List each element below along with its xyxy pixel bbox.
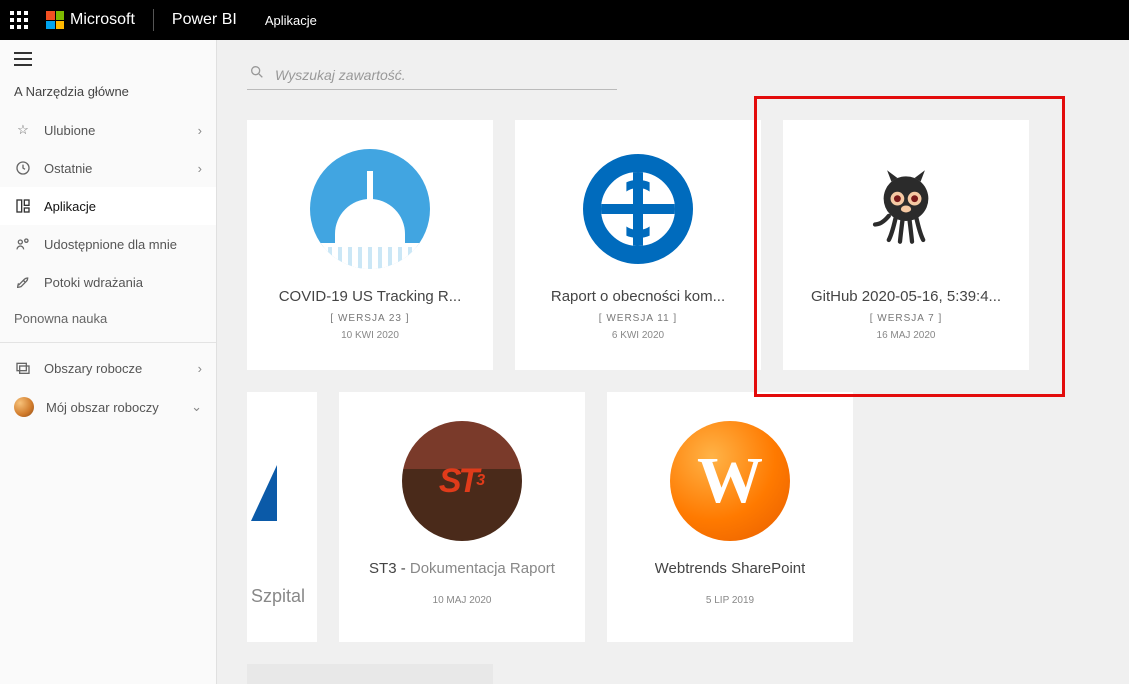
- app-date: 16 MAJ 2020: [877, 330, 936, 341]
- sidebar-item-home[interactable]: A Narzędzia główne: [0, 78, 216, 111]
- sidebar-item-relearn[interactable]: Ponowna nauka: [0, 301, 216, 336]
- app-thumb: ST3: [397, 416, 527, 546]
- sidebar-item-apps[interactable]: Aplikacje: [0, 187, 216, 225]
- octocat-icon: [861, 164, 951, 254]
- app-card-github[interactable]: GitHub 2020-05-16, 5:39:4... [ WERSJA 7 …: [783, 120, 1029, 370]
- sidebar-separator: [0, 342, 216, 343]
- globe-icon: [583, 154, 693, 264]
- app-title: GitHub 2020-05-16, 5:39:4...: [811, 288, 1001, 305]
- sidebar-item-favorites[interactable]: ☆ Ulubione ›: [0, 111, 216, 149]
- header-divider: [153, 9, 154, 31]
- sidebar-item-label: Ulubione: [44, 123, 95, 138]
- partial-thumb: [251, 428, 277, 558]
- share-icon: [14, 235, 32, 253]
- appsource-card[interactable]: Uzyskaj więcej aplikacji z usługi Micros…: [247, 664, 493, 684]
- app-date: 5 LIP 2019: [706, 595, 754, 606]
- app-card-webtrends[interactable]: W Webtrends SharePoint 5 LIP 2019: [607, 392, 853, 642]
- sidebar-item-label: Ostatnie: [44, 161, 92, 176]
- main-content: COVID-19 US Tracking R... [ WERSJA 23 ] …: [217, 40, 1129, 684]
- sidebar: A Narzędzia główne ☆ Ulubione › Ostatnie…: [0, 40, 217, 684]
- app-thumb: [305, 144, 435, 274]
- app-title: ST3 - Dokumentacja Raport: [369, 560, 555, 577]
- app-title: COVID-19 US Tracking R...: [279, 288, 462, 305]
- app-title: Webtrends SharePoint: [655, 560, 806, 577]
- capitol-icon: [310, 149, 430, 269]
- microsoft-text: Microsoft: [70, 11, 135, 29]
- sidebar-item-label: Udostępnione dla mnie: [44, 237, 177, 252]
- sidebar-item-workspaces[interactable]: Obszary robocze ›: [0, 349, 216, 387]
- chevron-right-icon: ›: [198, 123, 202, 138]
- app-date: 10 MAJ 2020: [433, 595, 492, 606]
- app-thumb: W: [665, 416, 795, 546]
- breadcrumb: Aplikacje: [265, 13, 317, 28]
- sidebar-item-label: Obszary robocze: [44, 361, 142, 376]
- app-card-raport[interactable]: Raport o obecności kom... [ WERSJA 11 ] …: [515, 120, 761, 370]
- sidebar-item-shared[interactable]: Udostępnione dla mnie: [0, 225, 216, 263]
- workspaces-icon: [14, 359, 32, 377]
- microsoft-icon: [46, 11, 64, 29]
- app-title-suffix: Dokumentacja Raport: [410, 560, 555, 577]
- app-title-prefix: ST3 -: [369, 560, 410, 577]
- app-card-covid[interactable]: COVID-19 US Tracking R... [ WERSJA 23 ] …: [247, 120, 493, 370]
- star-icon: ☆: [14, 121, 32, 139]
- sidebar-item-label: Aplikacje: [44, 199, 96, 214]
- microsoft-logo: Microsoft: [46, 11, 135, 29]
- apps-icon: [14, 197, 32, 215]
- app-launcher-icon[interactable]: [10, 11, 28, 29]
- search-input[interactable]: [275, 67, 615, 83]
- top-bar: Microsoft Power BI Aplikacje: [0, 0, 1129, 40]
- product-name[interactable]: Power BI: [172, 11, 237, 29]
- webtrends-icon: W: [670, 421, 790, 541]
- hamburger-icon: [14, 52, 32, 66]
- st3-icon: ST3: [402, 421, 522, 541]
- app-date: 6 KWI 2020: [612, 330, 664, 341]
- avatar-icon: [14, 397, 34, 417]
- triangle-icon: [251, 465, 277, 521]
- search-icon: [249, 64, 265, 85]
- sidebar-item-my-workspace[interactable]: Mój obszar roboczy ⌄: [0, 387, 216, 427]
- search-box[interactable]: [247, 60, 617, 90]
- chevron-down-icon: ⌄: [191, 399, 202, 415]
- chevron-right-icon: ›: [198, 161, 202, 176]
- clock-icon: [14, 159, 32, 177]
- app-title: Raport o obecności kom...: [551, 288, 725, 305]
- app-card-st3[interactable]: ST3 ST3 - Dokumentacja Raport 10 MAJ 202…: [339, 392, 585, 642]
- nav-toggle-button[interactable]: [0, 40, 216, 78]
- sidebar-item-label: Mój obszar roboczy: [46, 400, 159, 415]
- app-version: [ WERSJA 7 ]: [870, 313, 943, 324]
- apps-grid: COVID-19 US Tracking R... [ WERSJA 23 ] …: [247, 120, 1099, 684]
- app-thumb: [841, 144, 971, 274]
- sidebar-item-pipelines[interactable]: Potoki wdrażania: [0, 263, 216, 301]
- app-date: 10 KWI 2020: [341, 330, 399, 341]
- sidebar-item-label: Potoki wdrażania: [44, 275, 143, 290]
- rocket-icon: [14, 273, 32, 291]
- app-version: [ WERSJA 23 ]: [330, 313, 409, 324]
- app-thumb: [573, 144, 703, 274]
- sidebar-item-recent[interactable]: Ostatnie ›: [0, 149, 216, 187]
- app-card-szpital-partial[interactable]: Szpital: [247, 392, 317, 642]
- chevron-right-icon: ›: [198, 361, 202, 376]
- app-title: Szpital: [251, 586, 305, 607]
- app-version: [ WERSJA 11 ]: [599, 313, 677, 324]
